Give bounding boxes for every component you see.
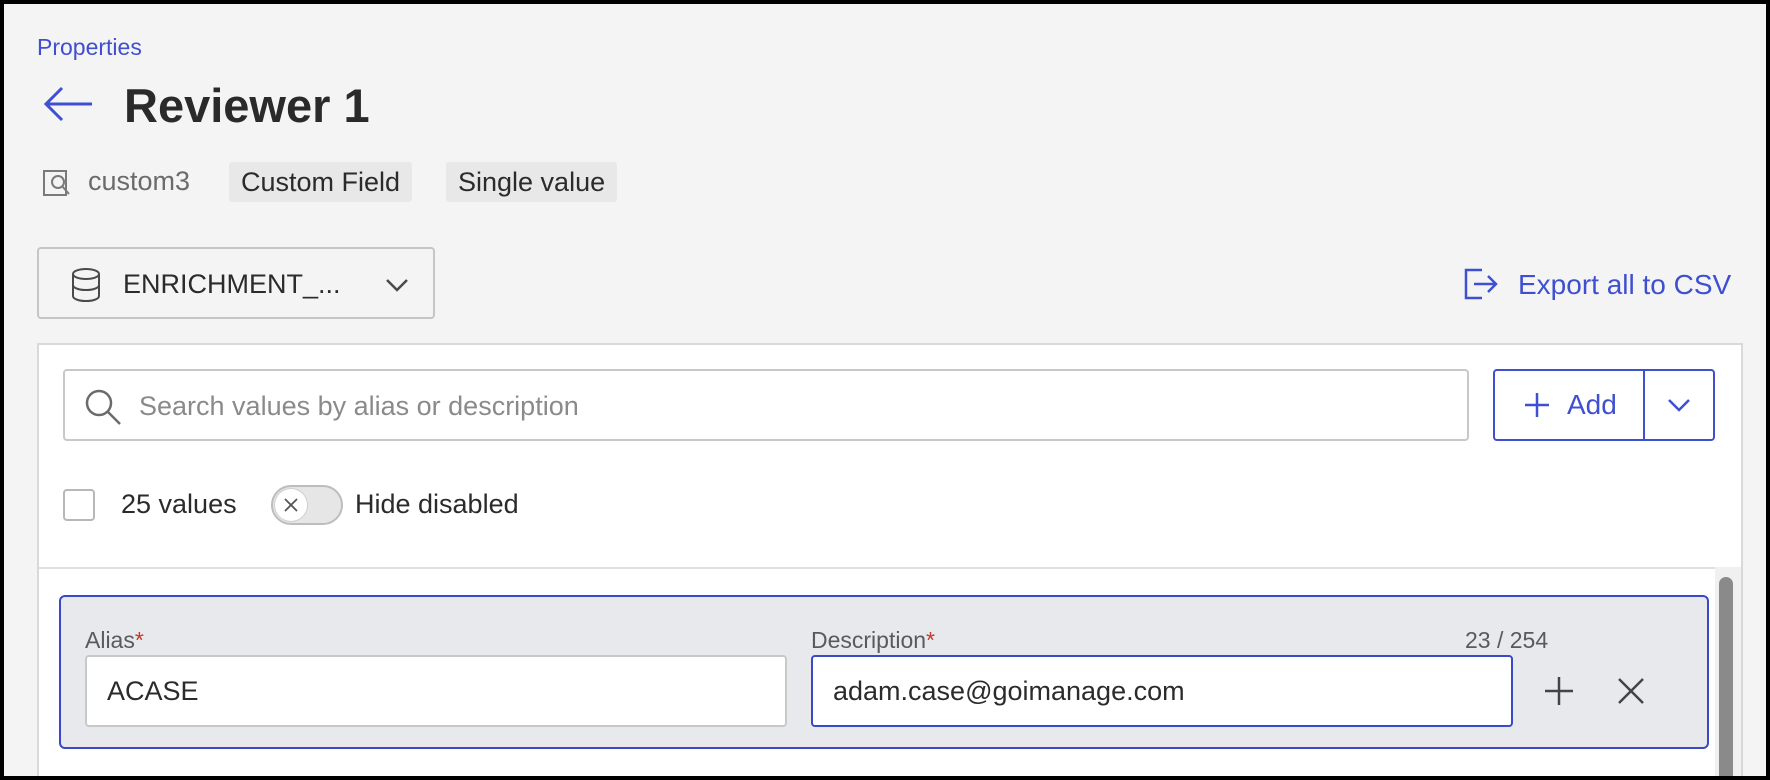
value-row: Alias* Description* 23 / 254	[59, 595, 1709, 749]
add-label: Add	[1567, 389, 1617, 420]
alias-field[interactable]	[85, 655, 787, 727]
add-row-button[interactable]	[1541, 673, 1577, 709]
database-icon	[72, 268, 100, 303]
chevron-down-icon	[1668, 399, 1690, 412]
hide-disabled-label: Hide disabled	[355, 489, 519, 519]
arrow-left-icon	[43, 86, 92, 122]
values-panel: Add 25 values Hide disabled Al	[37, 343, 1743, 776]
add-options-button[interactable]	[1645, 371, 1713, 439]
chevron-down-icon	[386, 279, 408, 292]
toggle-knob	[275, 489, 307, 521]
add-button[interactable]: Add	[1495, 371, 1643, 439]
page-title: Reviewer 1	[124, 79, 370, 132]
search-doc-icon	[43, 170, 70, 196]
char-count: 23 / 254	[1465, 627, 1549, 653]
field-type-tag: Custom Field	[229, 162, 413, 202]
remove-row-button[interactable]	[1613, 673, 1649, 709]
required-mark: *	[926, 627, 935, 653]
source-selected-label: ENRICHMENT_...	[123, 269, 341, 299]
search-box	[63, 369, 1469, 441]
breadcrumb-properties[interactable]: Properties	[37, 34, 142, 61]
add-button-group: Add	[1493, 369, 1715, 441]
values-count: 25 values	[121, 489, 237, 519]
required-mark: *	[134, 627, 144, 653]
close-icon	[1618, 678, 1644, 704]
search-icon	[85, 389, 121, 425]
description-field[interactable]	[811, 655, 1513, 727]
select-all-checkbox[interactable]	[63, 489, 95, 521]
value-mode-tag: Single value	[446, 162, 618, 202]
plus-icon	[1525, 393, 1549, 417]
field-id: custom3	[88, 166, 191, 196]
export-label: Export all to CSV	[1518, 269, 1732, 300]
search-input[interactable]	[137, 379, 1441, 433]
source-dropdown[interactable]: ENRICHMENT_...	[37, 247, 435, 319]
export-icon	[1464, 268, 1498, 300]
app-frame: Properties Reviewer 1 custom3 Custom Fie…	[4, 4, 1766, 776]
description-label: Description*	[811, 627, 935, 653]
plus-icon	[1545, 677, 1573, 705]
list-divider	[39, 567, 1741, 569]
close-icon	[284, 498, 298, 512]
alias-label: Alias*	[85, 627, 144, 653]
back-button[interactable]	[42, 82, 98, 126]
scrollbar-thumb[interactable]	[1719, 577, 1733, 776]
hide-disabled-toggle[interactable]	[271, 485, 343, 525]
